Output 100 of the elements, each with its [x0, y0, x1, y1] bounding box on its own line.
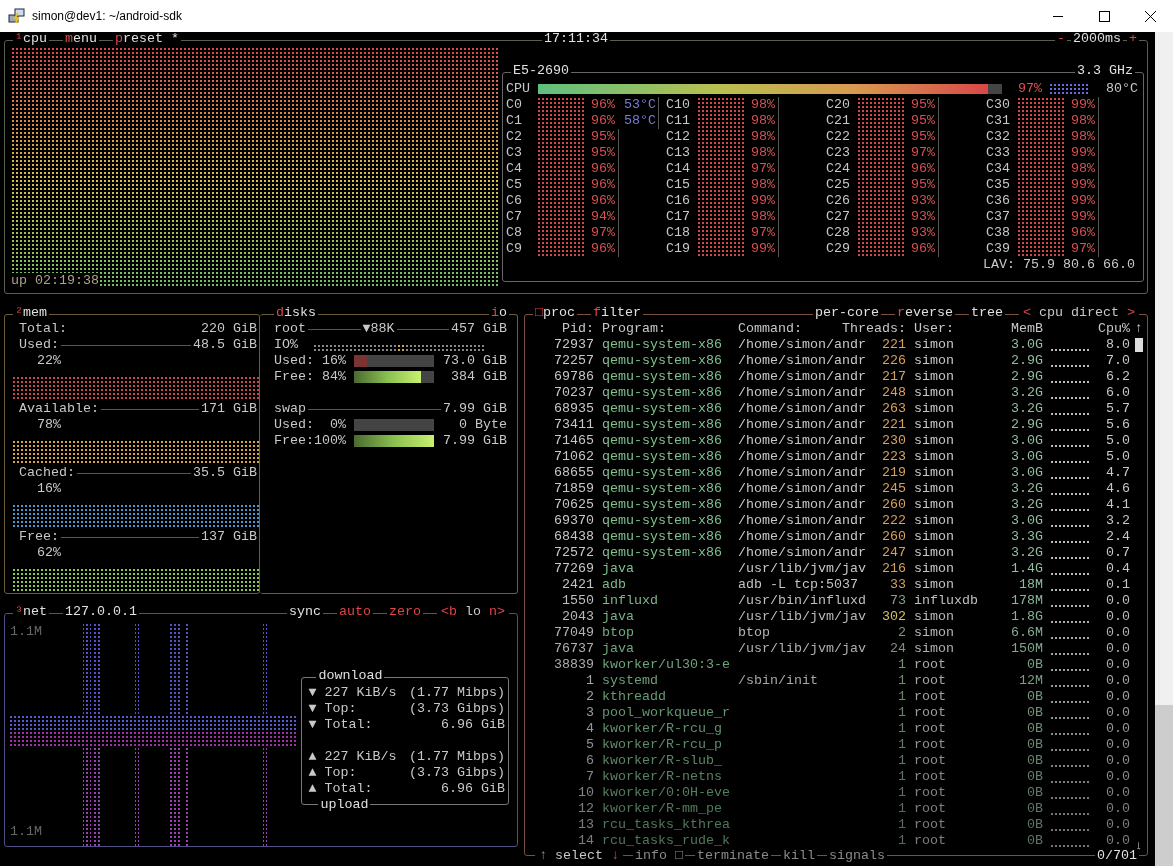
- table-cell-text: btop: [738, 625, 771, 641]
- cpu-sparkline: [1051, 397, 1091, 399]
- scrollbar-thumb[interactable]: [1155, 705, 1173, 866]
- action-button[interactable]: signals: [827, 849, 887, 863]
- table-cell-text: kworker/R-slub_: [602, 753, 723, 769]
- core-label: C11: [666, 113, 691, 129]
- core-graph: [858, 162, 906, 176]
- table-cell-text: 0.0: [1105, 785, 1130, 801]
- download-value: (3.73 Gibps): [408, 701, 505, 717]
- table-cell-text: systemd: [602, 673, 659, 689]
- core-graph: [1018, 210, 1066, 224]
- core-percent: 95%: [910, 177, 936, 193]
- table-cell-text: qemu-system-x86: [602, 481, 723, 497]
- table-cell-text: 0.0: [1105, 673, 1130, 689]
- core-percent: 97%: [1070, 241, 1096, 257]
- column-header[interactable]: User:: [914, 321, 986, 337]
- disk-percent: 84%: [321, 369, 346, 385]
- table-cell-text: /home/simon/andr: [738, 449, 867, 465]
- table-cell-text: 0.0: [1105, 689, 1130, 705]
- core-temp: 53°C: [623, 97, 657, 113]
- column-header[interactable]: MemB: [986, 321, 1043, 337]
- table-cell-text: 302: [881, 609, 906, 625]
- core-graph: [1018, 114, 1066, 128]
- table-cell-text: 4.6: [1105, 481, 1130, 497]
- core-graph: [538, 210, 586, 224]
- column-header[interactable]: Cpu%: [1091, 321, 1130, 337]
- table-cell-text: 1: [897, 721, 906, 737]
- header-option[interactable]: sync: [287, 605, 323, 619]
- table-cell-text: influxd: [602, 593, 659, 609]
- table-cell-text: qemu-system-x86: [602, 497, 723, 513]
- memory-label: Available:: [19, 401, 99, 417]
- cpu-sparkline: [1051, 637, 1091, 639]
- table-cell-text: 14: [577, 833, 594, 849]
- core-label: C7: [506, 209, 523, 225]
- core-percent: 95%: [910, 129, 936, 145]
- table-cell-text: qemu-system-x86: [602, 353, 723, 369]
- table-cell-text: 71465: [553, 433, 594, 449]
- table-cell-text: 71859: [553, 481, 594, 497]
- table-cell-text: 0.0: [1105, 721, 1130, 737]
- core-graph: [858, 226, 906, 240]
- memory-percent: 62%: [36, 545, 62, 561]
- table-cell-text: simon: [914, 369, 955, 385]
- cpu-sparkline: [1051, 589, 1091, 591]
- upload-label: Top:: [324, 765, 357, 781]
- header-option[interactable]: preset *: [113, 32, 181, 46]
- core-label: C27: [826, 209, 851, 225]
- table-cell-text: 1: [897, 833, 906, 849]
- core-percent: 98%: [750, 177, 776, 193]
- cpu-sparkline: [1051, 349, 1091, 351]
- panel-title[interactable]: □proc: [533, 306, 577, 320]
- table-cell-text: 260: [881, 529, 906, 545]
- table-cell-text: 0.1: [1105, 577, 1130, 593]
- core-label: C38: [986, 225, 1011, 241]
- cpu-temp-text: 80°C: [1105, 81, 1138, 97]
- table-cell-text: 0.0: [1105, 625, 1130, 641]
- table-cell-text: adb -L tcp:5037: [738, 577, 859, 593]
- column-header[interactable]: Command:: [738, 321, 842, 337]
- select-down-key[interactable]: ↓: [607, 849, 623, 863]
- column-header[interactable]: Pid:: [525, 321, 594, 337]
- table-cell-text: root: [914, 753, 947, 769]
- column-header[interactable]: Threads:: [842, 321, 906, 337]
- table-cell-text: root: [914, 673, 947, 689]
- core-percent: 95%: [590, 129, 616, 145]
- table-cell-text: 6.2: [1105, 369, 1130, 385]
- table-cell-text: simon: [914, 449, 955, 465]
- core-label: C19: [666, 241, 691, 257]
- table-cell-text: qemu-system-x86: [602, 465, 723, 481]
- select-up-key[interactable]: ↑: [535, 849, 551, 863]
- table-cell-text: 6: [585, 753, 594, 769]
- table-cell-text: root: [914, 785, 947, 801]
- cpu-sparkline: [1051, 477, 1091, 479]
- core-label: C20: [826, 97, 851, 113]
- core-label: C6: [506, 193, 523, 209]
- table-cell-text: 76737: [553, 641, 594, 657]
- table-cell-text: java: [602, 609, 635, 625]
- table-cell-text: 0.0: [1105, 609, 1130, 625]
- table-cell-text: qemu-system-x86: [602, 433, 723, 449]
- disk-label: Used:: [274, 353, 314, 369]
- core-percent: 98%: [750, 129, 776, 145]
- table-cell-text: java: [602, 641, 635, 657]
- table-cell-text: /home/simon/andr: [738, 529, 867, 545]
- header-option[interactable]: per-core: [813, 306, 881, 320]
- table-cell-text: qemu-system-x86: [602, 513, 723, 529]
- table-cell-text: 226: [881, 353, 906, 369]
- header-option[interactable]: ¹cpu: [13, 32, 49, 46]
- core-label: C31: [986, 113, 1011, 129]
- core-percent: 97%: [590, 225, 616, 241]
- table-cell-text: 1: [897, 657, 906, 673]
- table-cell-text: 0B: [1026, 705, 1043, 721]
- core-graph: [698, 162, 746, 176]
- scroll-thumb[interactable]: [1134, 338, 1143, 352]
- cpu-sparkline: [1051, 717, 1091, 719]
- table-cell-text: 2: [897, 625, 906, 641]
- scroll-up-arrow[interactable]: ↑: [1134, 321, 1143, 337]
- core-graph: [1018, 242, 1066, 256]
- table-cell-text: kworker/R-mm_pe: [602, 801, 723, 817]
- table-cell-text: kthreadd: [602, 689, 667, 705]
- table-cell-text: 4.7: [1105, 465, 1130, 481]
- table-cell-text: qemu-system-x86: [602, 385, 723, 401]
- column-header[interactable]: Program:: [602, 321, 730, 337]
